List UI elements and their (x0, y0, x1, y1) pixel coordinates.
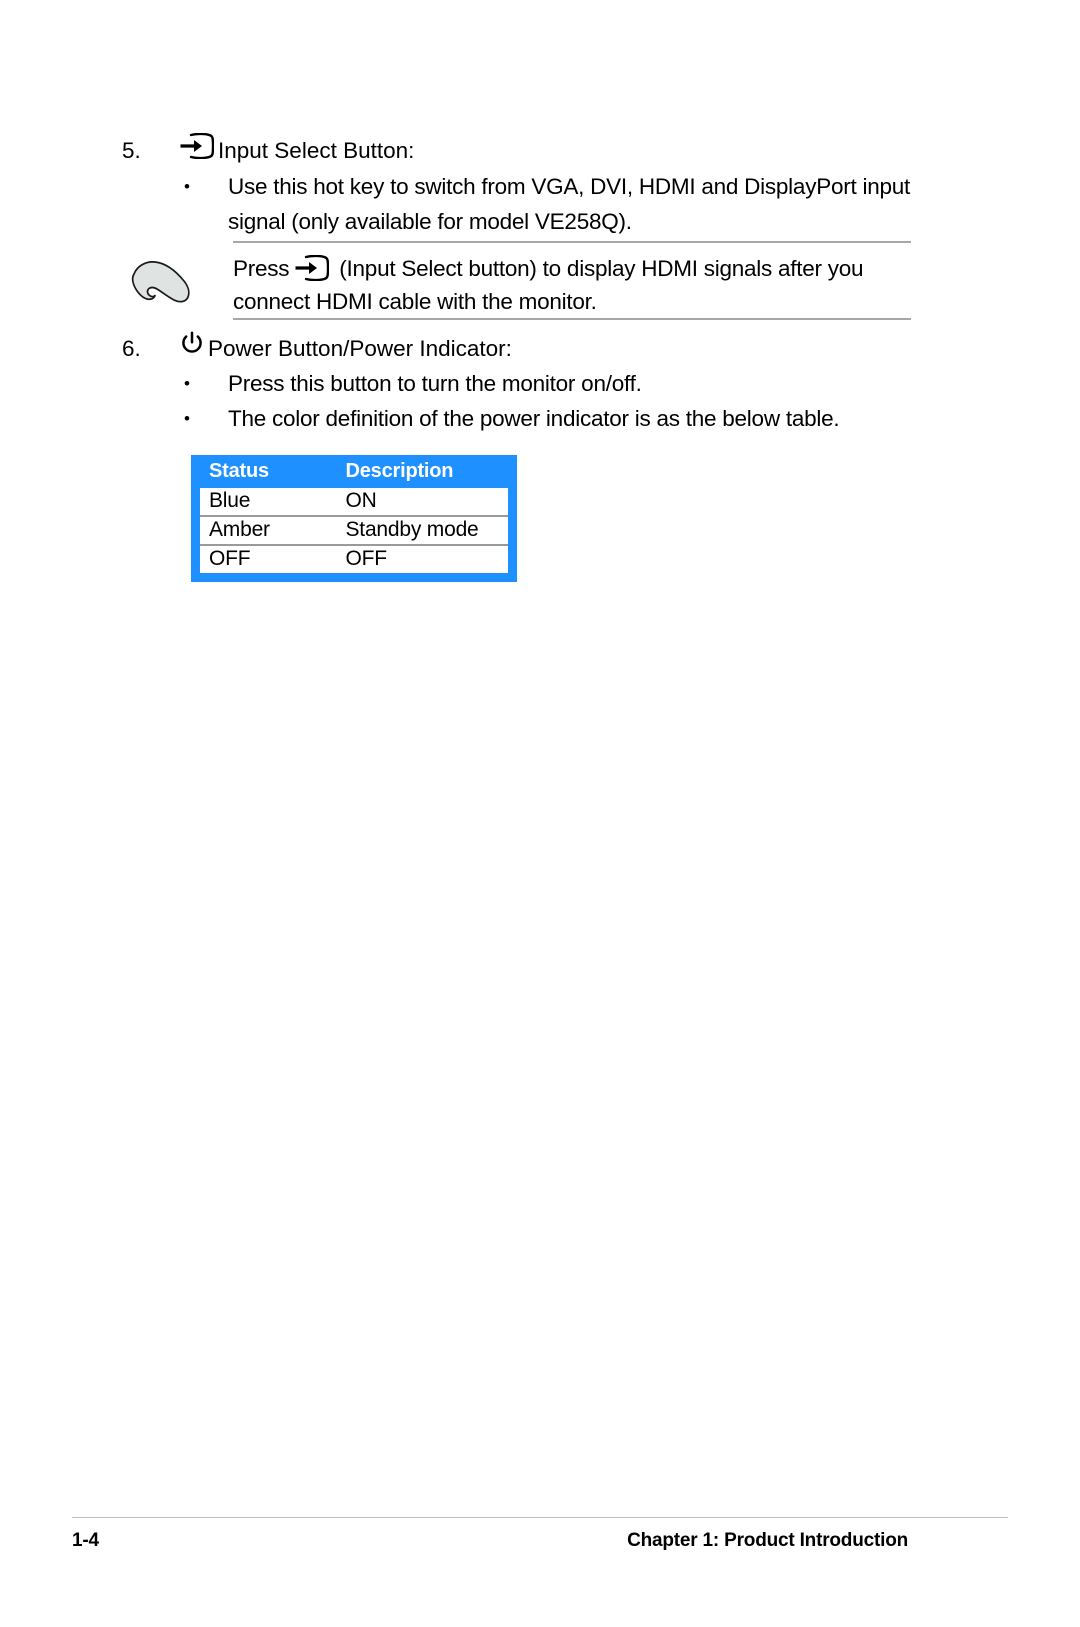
bullet-line: The color definition of the power indica… (228, 406, 840, 431)
footer-chapter-title: Chapter 1: Product Introduction (627, 1530, 908, 1551)
note-hand-icon (128, 256, 192, 310)
item-6-bullet-2: • The color definition of the power indi… (180, 401, 840, 436)
note-line-1: Press (Input Select button) to display H… (233, 251, 864, 286)
item-6-bullet-1: • Press this button to turn the monitor … (180, 366, 642, 401)
cell-description: Standby mode (336, 515, 513, 545)
cell-status: OFF (195, 544, 337, 578)
item-5-bullet-1: • Use this hot key to switch from VGA, D… (180, 169, 910, 239)
document-page: 5. Input Select Button: • Use this hot k… (0, 0, 1080, 1627)
item-6-body: Power Button/Power Indicator: (180, 331, 512, 366)
item-5-body: Input Select Button: (180, 132, 415, 168)
note-bottom-rule (233, 318, 911, 320)
item-5-number: 5. (122, 138, 141, 163)
input-select-icon (295, 254, 330, 282)
bullet-marker: • (184, 177, 190, 196)
bullet-marker: • (184, 409, 190, 428)
item-6-heading: Power Button/Power Indicator: (208, 336, 512, 361)
column-header-status: Status (195, 455, 337, 488)
cell-status: Amber (195, 515, 337, 545)
list-item-6: 6. Power Button/Power Indicator: (122, 331, 512, 366)
cell-description: OFF (336, 544, 513, 578)
input-select-icon (180, 132, 215, 160)
bullet-line: Press this button to turn the monitor on… (228, 371, 642, 396)
table-head: Status Description (195, 455, 513, 488)
column-header-description: Description (336, 455, 513, 488)
bullet-line: Use this hot key to switch from VGA, DVI… (228, 174, 910, 199)
item-6-number: 6. (122, 336, 141, 361)
power-icon (180, 331, 204, 355)
table-row: Blue ON (195, 488, 513, 516)
note-line-1-suffix: (Input Select button) to display HDMI si… (339, 256, 864, 281)
table-row: Amber Standby mode (195, 515, 513, 545)
item-5-heading: Input Select Button: (218, 138, 415, 163)
footer-divider (72, 1517, 1008, 1518)
cell-description: ON (336, 488, 513, 516)
note-top-rule (233, 241, 911, 243)
bullet-content: Use this hot key to switch from VGA, DVI… (228, 169, 910, 239)
bullet-line: signal (only available for model VE258Q)… (228, 209, 632, 234)
table-row: OFF OFF (195, 544, 513, 578)
list-item-5: 5. Input Select Button: (122, 132, 415, 168)
table-body: Blue ON Amber Standby mode OFF OFF (195, 488, 513, 578)
bullet-marker: • (184, 374, 190, 393)
cell-status: Blue (195, 488, 337, 516)
power-indicator-table: Status Description Blue ON Amber Standby… (191, 455, 517, 582)
note-line-1-prefix: Press (233, 256, 290, 281)
note-line-2: connect HDMI cable with the monitor. (233, 289, 597, 314)
table-header-row: Status Description (195, 455, 513, 488)
